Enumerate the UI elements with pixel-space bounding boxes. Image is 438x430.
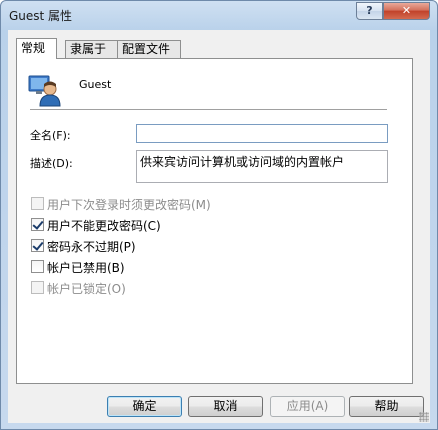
checkbox-box[interactable] — [31, 281, 44, 294]
close-icon[interactable]: ✕ — [383, 2, 430, 20]
checkbox-label: 用户不能更改密码(C) — [47, 219, 161, 233]
full-name-input[interactable] — [136, 124, 388, 143]
tab-general[interactable]: 常规 — [16, 38, 57, 59]
resize-grip[interactable] — [419, 412, 429, 422]
checkbox-label: 密码永不过期(P) — [47, 240, 136, 254]
description-label: 描述(D): — [30, 157, 73, 170]
checkbox-label: 用户下次登录时须更改密码(M) — [47, 198, 211, 212]
help-button[interactable]: 帮助 — [349, 396, 424, 417]
properties-dialog: Guest 属性 ? ✕ 常规 隶属于 配置文件 Guest 全名(F): 描述… — [0, 0, 438, 430]
ok-button[interactable]: 确定 — [107, 396, 182, 417]
checkbox-label: 帐户已锁定(O) — [47, 282, 126, 296]
checkbox-box[interactable] — [31, 239, 44, 252]
apply-button[interactable]: 应用(A) — [270, 396, 345, 417]
full-name-label: 全名(F): — [30, 129, 71, 142]
checkbox-box[interactable] — [31, 197, 44, 210]
checkbox-box[interactable] — [31, 218, 44, 231]
checkbox-label: 帐户已禁用(B) — [47, 261, 125, 275]
help-icon[interactable]: ? — [356, 2, 383, 20]
checkbox-box[interactable] — [31, 260, 44, 273]
divider — [30, 109, 387, 111]
title-bar[interactable]: Guest 属性 ? ✕ — [1, 1, 437, 29]
user-name: Guest — [79, 78, 112, 91]
user-icon — [28, 75, 61, 107]
tab-member-of[interactable]: 隶属于 — [65, 40, 118, 58]
cancel-button[interactable]: 取消 — [188, 396, 263, 417]
description-input[interactable]: 供来宾访问计算机或访问域的内置帐户 — [136, 150, 388, 183]
general-tab-panel: Guest 全名(F): 描述(D): 供来宾访问计算机或访问域的内置帐户 用户… — [16, 58, 413, 384]
window-title: Guest 属性 — [9, 9, 73, 23]
tab-profile[interactable]: 配置文件 — [117, 40, 181, 58]
dialog-client-area: 常规 隶属于 配置文件 Guest 全名(F): 描述(D): 供来宾访问计算机… — [8, 30, 430, 423]
